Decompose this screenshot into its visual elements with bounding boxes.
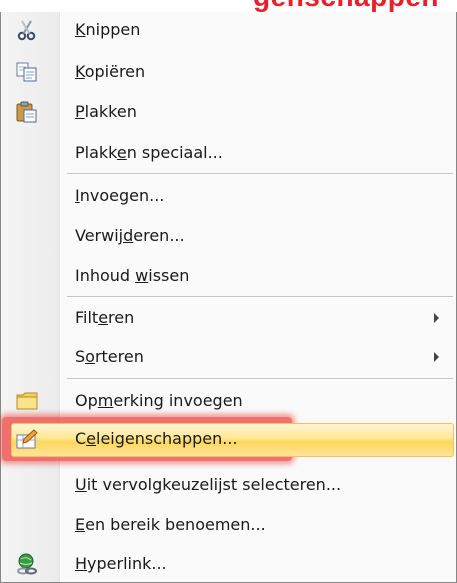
menu-item-filteren[interactable]: Filteren: [1, 300, 456, 336]
submenu-arrow-icon: [434, 313, 439, 323]
menu-item-plakken[interactable]: Plakken: [1, 94, 456, 130]
menu-separator: [67, 296, 453, 298]
comment-icon: [15, 389, 39, 413]
copy-icon: [15, 60, 39, 84]
title-banner: genschappen: [0, 0, 457, 12]
menu-item-knippen[interactable]: Knippen: [1, 12, 456, 48]
menu-item-een-bereik-benoemen[interactable]: Een bereik benoemen...: [1, 507, 456, 543]
submenu-arrow-icon: [434, 352, 439, 362]
menu-item-inhoud-wissen[interactable]: Inhoud wissen: [1, 258, 456, 294]
menu-item-verwijderen[interactable]: Verwijderen...: [1, 218, 456, 254]
banner-text: genschappen: [253, 0, 439, 12]
menu-item-uit-vervolgkeuzelijst[interactable]: Uit vervolgkeuzelijst selecteren...: [1, 467, 456, 503]
menu-item-celeigenschappen[interactable]: Celeigenschappen...: [1, 421, 456, 457]
paste-icon: [15, 100, 39, 124]
cell-properties-icon: [15, 427, 39, 451]
scissors-icon: [15, 18, 39, 42]
menu-separator: [67, 173, 453, 175]
menu-item-kopieren[interactable]: Kopiëren: [1, 54, 456, 90]
hyperlink-icon: [15, 552, 39, 576]
menu-item-opmerking-invoegen[interactable]: Opmerking invoegen: [1, 383, 456, 419]
menu-item-plakken-speciaal[interactable]: Plakken speciaal...: [1, 135, 456, 171]
menu-separator: [67, 378, 453, 380]
menu-item-sorteren[interactable]: Sorteren: [1, 339, 456, 375]
menu-item-hyperlink[interactable]: Hyperlink...: [1, 546, 456, 582]
menu-item-invoegen[interactable]: Invoegen...: [1, 178, 456, 214]
